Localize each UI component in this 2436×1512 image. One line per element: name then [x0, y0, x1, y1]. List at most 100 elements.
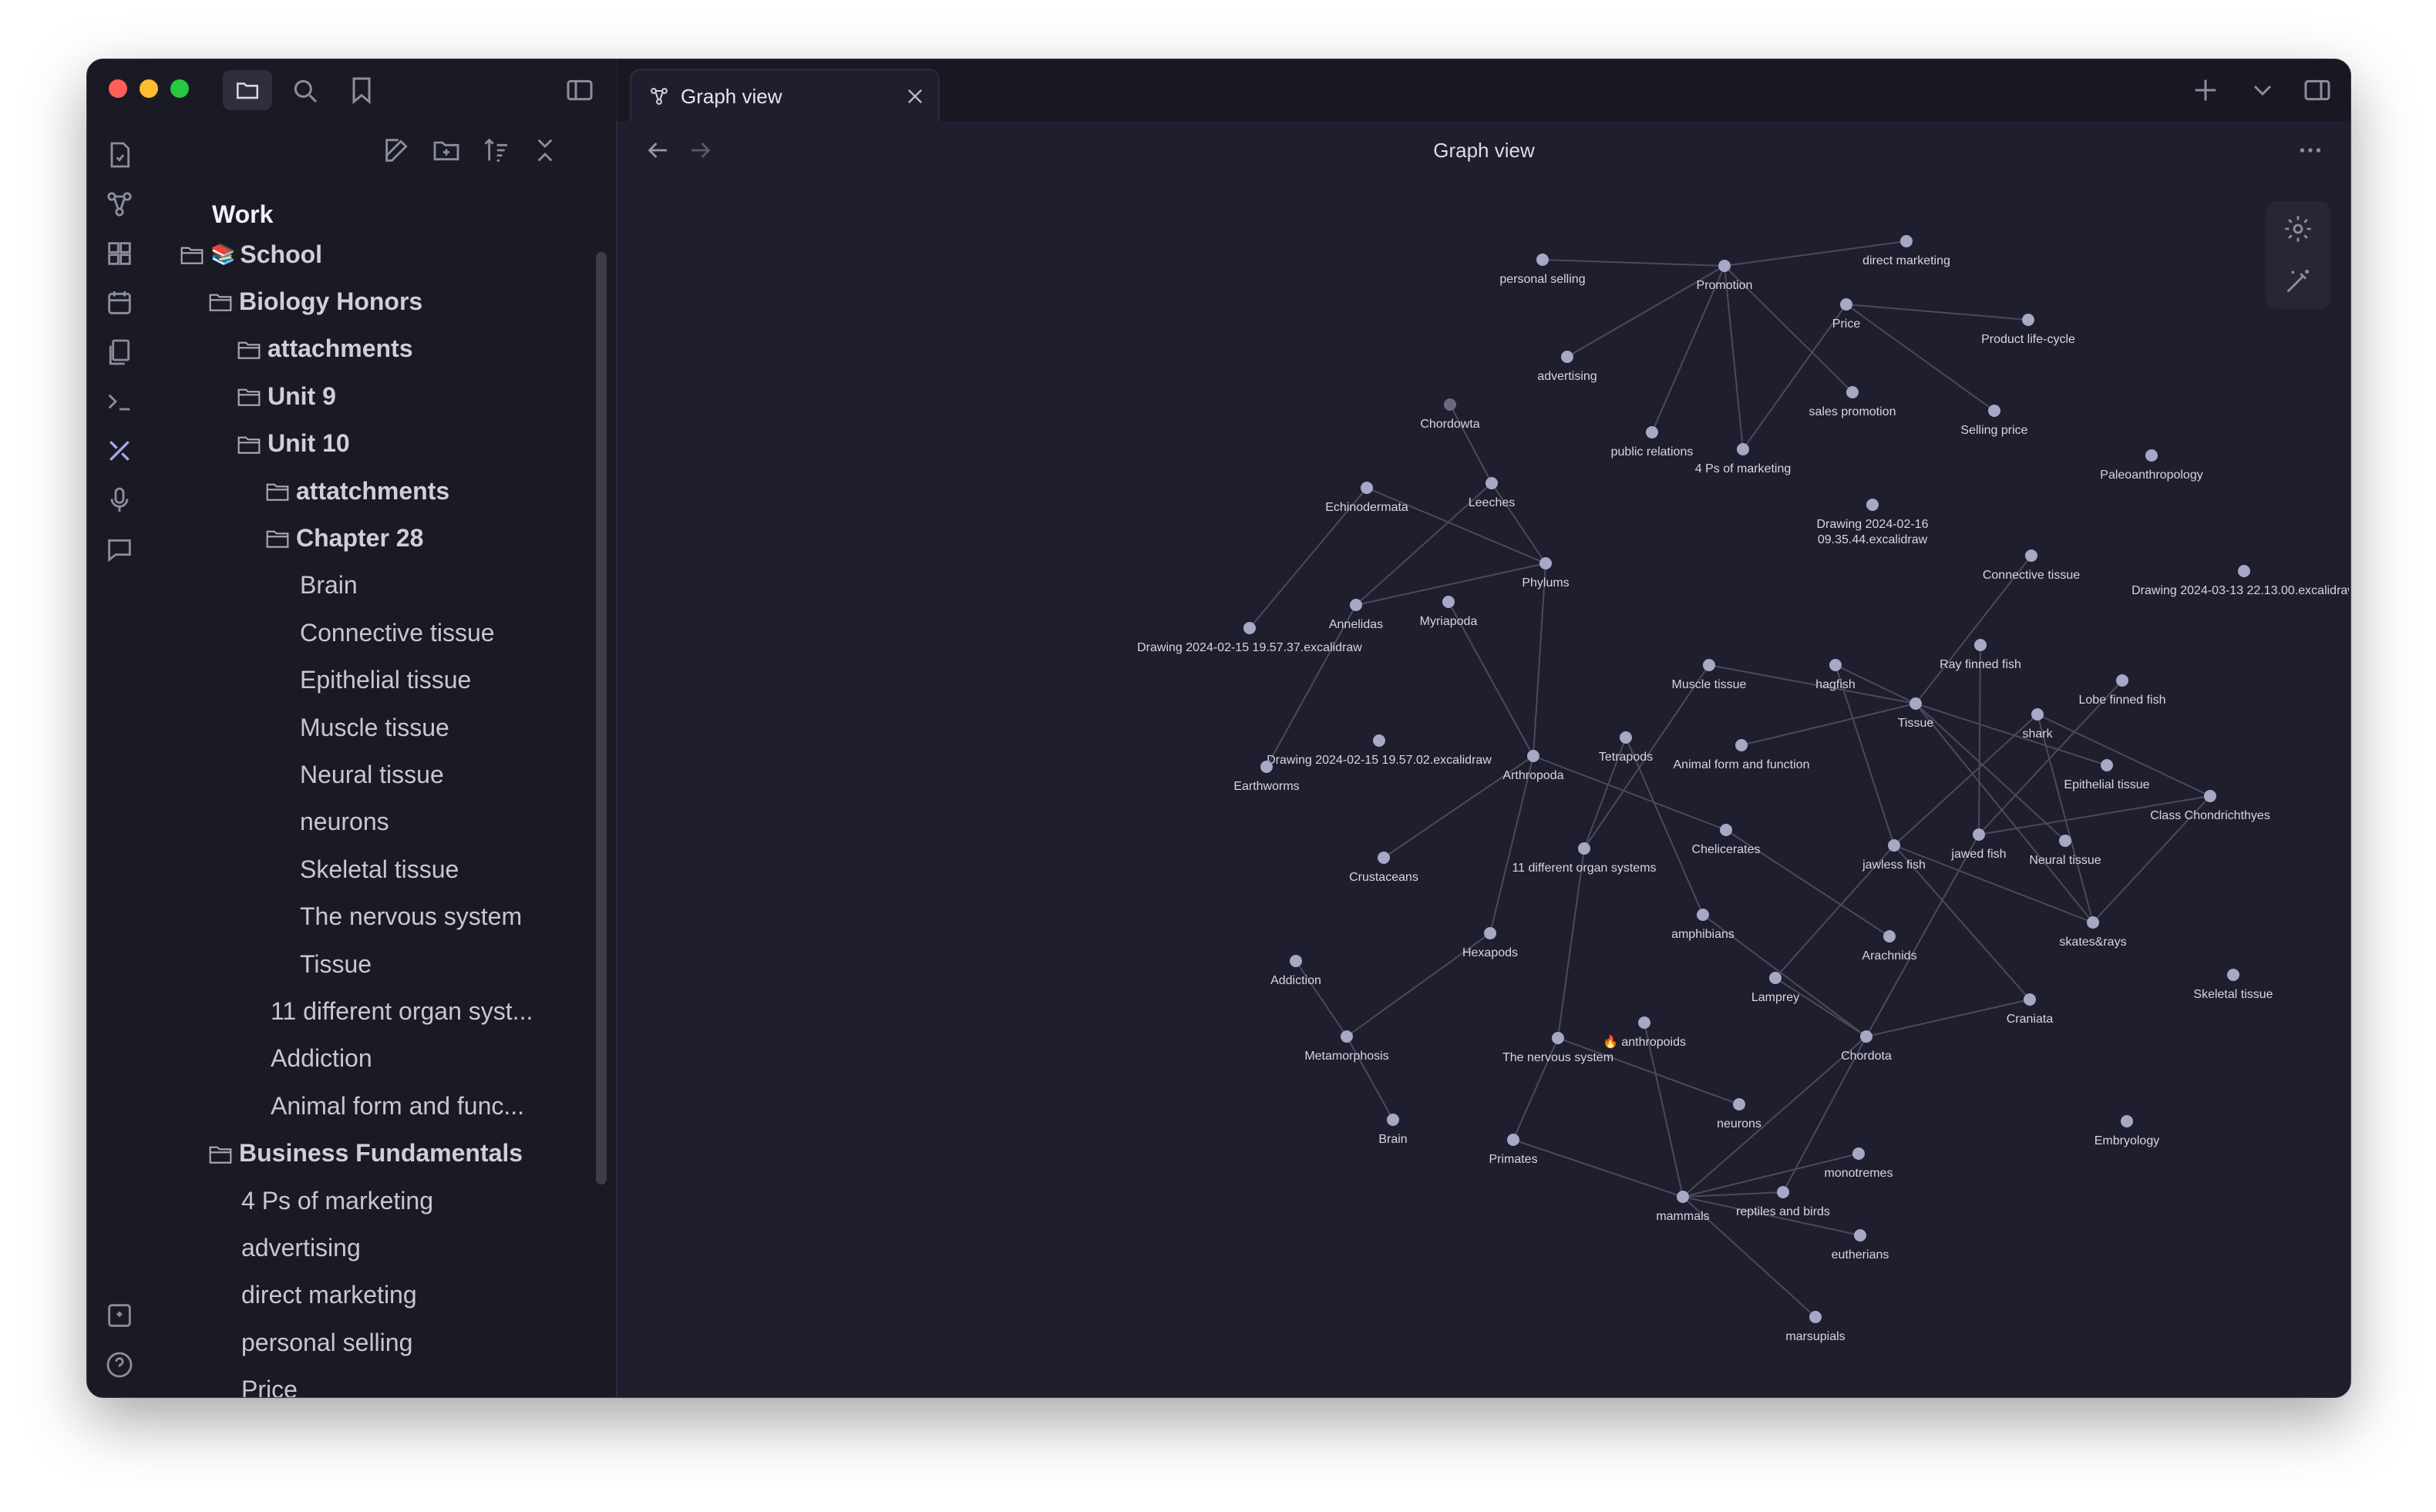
graph-node-epithelial[interactable] — [2101, 759, 2113, 771]
graph-canvas[interactable]: personal selling Promotion direct marketin… — [617, 121, 2349, 1396]
close-window-button[interactable] — [109, 79, 127, 98]
graph-node-chordota[interactable] — [1860, 1030, 1872, 1043]
tree-file[interactable]: Animal form and func... — [155, 1085, 593, 1127]
tree-folder[interactable]: attatchments — [155, 470, 593, 512]
graph-node-sales-promotion[interactable] — [1846, 386, 1859, 398]
tree-file[interactable]: Epithelial tissue — [155, 660, 593, 701]
graph-node-arthropoda[interactable] — [1527, 750, 1539, 762]
graph-node-personal-selling[interactable] — [1536, 254, 1549, 266]
graph-node-connective[interactable] — [2025, 549, 2037, 562]
help-icon[interactable] — [104, 1349, 135, 1380]
files-tab-icon[interactable] — [223, 70, 272, 110]
graph-node-direct-marketing[interactable] — [1900, 235, 1913, 247]
graph-node-skeletal[interactable] — [2227, 969, 2239, 981]
tree-file[interactable]: direct marketing — [155, 1275, 593, 1316]
tree-folder[interactable]: Biology Honors — [155, 281, 593, 322]
tree-folder[interactable]: Unit 9 — [155, 375, 593, 417]
tree-folder[interactable]: Unit 10 — [155, 423, 593, 465]
graph-node-drawing-0215b[interactable] — [1373, 734, 1385, 747]
tree-file[interactable]: Muscle tissue — [155, 707, 593, 748]
graph-node-4ps[interactable] — [1737, 443, 1749, 455]
graph-node-reptiles[interactable] — [1777, 1186, 1789, 1198]
minimize-window-button[interactable] — [140, 79, 158, 98]
graph-node-ray-finned[interactable] — [1974, 639, 1987, 651]
animate-wand-icon[interactable] — [2283, 266, 2313, 297]
graph-node-metamorphosis[interactable] — [1341, 1030, 1353, 1043]
graph-node-shark[interactable] — [2031, 708, 2044, 721]
tree-file[interactable]: neurons — [155, 801, 593, 843]
toggle-right-sidebar-icon[interactable] — [2301, 75, 2333, 106]
graph-node-lobe-finned[interactable] — [2116, 674, 2128, 687]
graph-node-nervous-system[interactable] — [1552, 1032, 1564, 1044]
graph-node-lamprey[interactable] — [1769, 972, 1782, 984]
tree-file[interactable]: Price — [155, 1369, 593, 1397]
graph-node-public-relations[interactable] — [1646, 426, 1658, 438]
graph-node-earthworms[interactable] — [1260, 761, 1273, 773]
graph-node-neurons[interactable] — [1733, 1098, 1745, 1110]
tab-graph-view[interactable]: Graph view — [630, 69, 940, 123]
graph-view-icon[interactable] — [104, 189, 135, 220]
graph-node-tissue[interactable] — [1909, 697, 1922, 710]
graph-node-myriapoda[interactable] — [1442, 596, 1455, 608]
graph-node-monotremes[interactable] — [1852, 1147, 1865, 1160]
graph-node-product-life-cycle[interactable] — [2022, 314, 2034, 326]
open-quick-switcher-icon[interactable] — [104, 139, 135, 170]
graph-node-brain[interactable] — [1387, 1114, 1399, 1126]
graph-node-marsupials[interactable] — [1809, 1311, 1822, 1323]
graph-node-hexapods[interactable] — [1484, 927, 1496, 939]
graph-node-chelicerates[interactable] — [1720, 824, 1732, 836]
calendar-icon[interactable] — [104, 287, 135, 318]
graph-node-amphibians[interactable] — [1697, 909, 1709, 921]
graph-node-price[interactable] — [1840, 298, 1852, 311]
tree-file[interactable]: 4 Ps of marketing — [155, 1180, 593, 1221]
graph-node-class-chondrichthyes[interactable] — [2204, 790, 2216, 802]
graph-node-eutherians[interactable] — [1854, 1229, 1866, 1242]
graph-node-addiction[interactable] — [1290, 955, 1302, 967]
graph-node-selling-price[interactable] — [1988, 405, 2000, 417]
tree-file[interactable]: Brain — [155, 565, 593, 606]
close-tab-icon[interactable] — [904, 86, 926, 107]
graph-node-mammals[interactable] — [1677, 1191, 1689, 1203]
graph-node-skates[interactable] — [2087, 916, 2099, 929]
graph-node-phylums[interactable] — [1539, 557, 1552, 570]
tree-folder[interactable]: Chapter 28 — [155, 517, 593, 559]
tree-file[interactable]: personal selling — [155, 1322, 593, 1363]
tree-file[interactable]: Skeletal tissue — [155, 848, 593, 890]
toggle-left-sidebar-icon[interactable] — [564, 75, 596, 106]
templates-icon[interactable] — [104, 337, 135, 368]
tree-file[interactable]: Addiction — [155, 1038, 593, 1080]
graph-node-tetrapods[interactable] — [1620, 731, 1632, 744]
search-icon[interactable] — [289, 75, 320, 106]
graph-node-advertising[interactable] — [1561, 351, 1573, 363]
graph-node-annelidas[interactable] — [1350, 599, 1362, 611]
canvas-icon[interactable] — [104, 238, 135, 269]
microphone-icon[interactable] — [104, 485, 135, 516]
graph-node-arachnids[interactable] — [1883, 930, 1896, 942]
graph-node-craniata[interactable] — [2024, 993, 2036, 1006]
graph-node-embryology[interactable] — [2121, 1115, 2133, 1127]
graph-node-jawless[interactable] — [1888, 839, 1900, 852]
graph-node-neural[interactable] — [2059, 835, 2071, 847]
graph-node-echinodermata[interactable] — [1361, 482, 1373, 494]
sidebar-scrollbar[interactable] — [596, 252, 607, 1184]
maximize-window-button[interactable] — [170, 79, 189, 98]
tree-file[interactable]: 11 different organ syst... — [155, 990, 593, 1032]
graph-node-crustaceans[interactable] — [1378, 852, 1390, 864]
excalidraw-icon[interactable] — [104, 435, 135, 466]
bookmark-icon[interactable] — [346, 75, 377, 106]
graph-node-muscle[interactable] — [1703, 659, 1715, 671]
graph-node-leeches[interactable] — [1485, 477, 1498, 489]
tree-file[interactable]: The nervous system — [155, 896, 593, 938]
graph-node-anthropoids[interactable] — [1638, 1016, 1650, 1029]
tree-folder[interactable]: Business Fundamentals — [155, 1133, 593, 1174]
chat-icon[interactable] — [104, 534, 135, 565]
terminal-icon[interactable] — [104, 386, 135, 417]
graph-node-hagfish[interactable] — [1829, 659, 1842, 671]
graph-node-organ-systems[interactable] — [1578, 842, 1590, 855]
graph-settings-gear-icon[interactable] — [2283, 213, 2313, 244]
graph-node-paleo[interactable] — [2145, 449, 2158, 462]
graph-node-drawing-0216[interactable] — [1866, 499, 1879, 511]
graph-node-jawed[interactable] — [1973, 828, 1985, 841]
graph-node-animal-form[interactable] — [1735, 739, 1748, 751]
tree-folder[interactable]: attachments — [155, 328, 593, 370]
